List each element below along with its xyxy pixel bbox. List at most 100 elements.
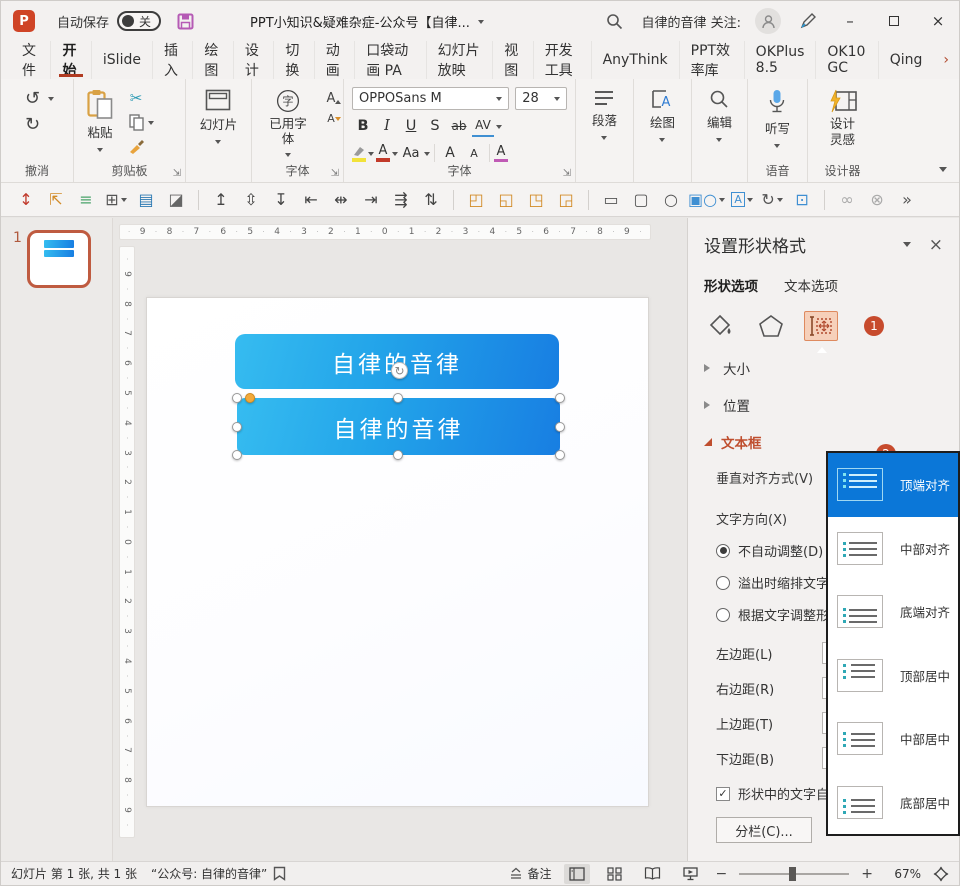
size-properties-tab-button[interactable] (804, 311, 838, 341)
align-bottom-icon[interactable]: ↧ (268, 187, 294, 213)
strikethrough-button[interactable]: ab (448, 115, 470, 137)
used-fonts-button[interactable]: 字 已用字体 (260, 87, 316, 162)
slide-layout-icon[interactable]: ▤ (133, 187, 159, 213)
insert-placeholder-icon[interactable]: ⊞ (103, 187, 129, 213)
font-color-button[interactable]: A (376, 144, 390, 162)
horizontal-ruler[interactable]: ·9·8·7·6·5·4·3·2·1·0·1·2·3·4·5·6·7·8·9· (119, 224, 651, 240)
minimize-button[interactable]: – (835, 6, 865, 36)
underline-button[interactable]: U (400, 115, 422, 137)
character-spacing-button[interactable]: AV (472, 115, 494, 137)
align-right-icon[interactable]: ⇥ (358, 187, 384, 213)
rounded-rectangle-icon[interactable]: ▢ (628, 187, 654, 213)
bring-to-front-icon[interactable]: ◱ (493, 187, 519, 213)
document-title[interactable]: PPT小知识&疑难杂症-公众号【自律... (250, 12, 484, 31)
used-font-dialog-launcher[interactable]: ⇲ (331, 168, 339, 179)
valign-option-0[interactable]: 顶端对齐 (828, 453, 958, 517)
paragraph-button[interactable]: 段落 (587, 87, 622, 162)
rectangle-icon[interactable]: ▭ (598, 187, 624, 213)
handle-bottom-center[interactable] (393, 450, 403, 460)
handle-top-center[interactable] (393, 393, 403, 403)
effects-tab-button[interactable] (754, 311, 788, 341)
tab-text-options[interactable]: 文本选项 (784, 275, 838, 295)
search-button[interactable] (601, 8, 627, 34)
menu-overflow-button[interactable]: › (933, 41, 959, 79)
clear-formatting-button[interactable]: A (494, 145, 508, 162)
text-box-icon[interactable]: A (729, 187, 755, 213)
menu-tab-13[interactable]: PPT效率库 (679, 41, 744, 79)
menu-tab-1[interactable]: 开始 (50, 41, 90, 79)
group-objects-icon[interactable]: ◲ (553, 187, 579, 213)
pen-tools-button[interactable] (795, 8, 821, 34)
shadow-button[interactable]: S (424, 115, 446, 137)
menu-tab-5[interactable]: 设计 (233, 41, 273, 79)
normal-view-button[interactable] (564, 864, 590, 884)
maximize-button[interactable] (879, 6, 909, 36)
autosave-toggle[interactable]: 关 (117, 11, 161, 31)
section-textbox[interactable]: 文本框 (704, 432, 943, 452)
menu-tab-6[interactable]: 切换 (273, 41, 313, 79)
reading-view-button[interactable] (640, 864, 666, 884)
merge-shapes-icon[interactable]: ∞ (834, 187, 860, 213)
toolbar-overflow-icon[interactable]: » (894, 187, 920, 213)
cut-button[interactable]: ✂ (124, 87, 148, 109)
handle-middle-right[interactable] (555, 422, 565, 432)
menu-tab-10[interactable]: 视图 (492, 41, 532, 79)
section-size[interactable]: 大小 (704, 358, 943, 378)
rotate-shape-icon[interactable]: ↻ (759, 187, 785, 213)
copy-button[interactable] (124, 111, 148, 133)
menu-tab-3[interactable]: 插入 (152, 41, 192, 79)
font-size-select[interactable]: 28 (515, 87, 567, 110)
decrease-font-button[interactable]: A (463, 142, 485, 164)
zoom-percentage[interactable]: 67% (885, 867, 921, 881)
distribute-horizontal-icon[interactable]: ⇶ (388, 187, 414, 213)
paste-button[interactable]: 粘贴 (82, 87, 118, 162)
italic-button[interactable]: I (376, 115, 398, 137)
menu-tab-12[interactable]: AnyThink (591, 41, 679, 79)
fill-line-tab-button[interactable] (704, 311, 738, 341)
slide-sorter-button[interactable] (602, 864, 628, 884)
user-avatar[interactable] (755, 8, 781, 34)
highlight-color-button[interactable] (352, 145, 366, 162)
bold-button[interactable]: B (352, 115, 374, 137)
handle-bottom-right[interactable] (555, 450, 565, 460)
ribbon-collapse-icon[interactable] (939, 167, 947, 176)
menu-tab-16[interactable]: Qing (878, 41, 934, 79)
format-painter-button[interactable] (124, 135, 148, 157)
dictate-button[interactable]: 听写 (760, 87, 795, 162)
shape-bottom[interactable]: 自律的音律 (237, 398, 560, 455)
font-dialog-launcher[interactable]: ⇲ (563, 168, 571, 179)
undo-dropdown-icon[interactable] (48, 97, 54, 104)
redo-button[interactable]: ↻ (21, 113, 45, 135)
handle-top-right[interactable] (555, 393, 565, 403)
zoom-in-button[interactable]: + (861, 866, 873, 882)
vertical-ruler[interactable]: ·9·8·7·6·5·4·3·2·1·0·1·2·3·4·5·6·7·8·9· (119, 246, 135, 838)
font-name-select[interactable]: OPPOSans M (352, 87, 509, 110)
menu-tab-9[interactable]: 幻灯片放映 (426, 41, 493, 79)
design-ideas-button[interactable]: 设计灵感 (821, 87, 865, 162)
align-top-icon[interactable]: ↥ (208, 187, 234, 213)
bring-forward-icon[interactable]: ◰ (463, 187, 489, 213)
send-backward-icon[interactable]: ◳ (523, 187, 549, 213)
section-position[interactable]: 位置 (704, 395, 943, 415)
notes-button[interactable]: 备注 (509, 865, 552, 882)
menu-tab-7[interactable]: 动画 (314, 41, 354, 79)
undo-button[interactable]: ↺ (21, 87, 45, 109)
increase-font-button[interactable]: A (439, 142, 461, 164)
select-object-icon[interactable]: ⇱ (43, 187, 69, 213)
clipboard-dialog-launcher[interactable]: ⇲ (173, 168, 181, 179)
save-button[interactable] (177, 13, 194, 30)
drawing-button[interactable]: A 绘图 (645, 87, 680, 162)
panel-collapse-icon[interactable] (903, 242, 911, 251)
zoom-slider[interactable] (739, 873, 849, 875)
slideshow-button[interactable] (678, 864, 704, 884)
shape-combo-icon[interactable]: ▣○ (688, 187, 725, 213)
valign-option-3[interactable]: 顶部居中 (828, 644, 958, 708)
format-fill-icon[interactable]: ◪ (163, 187, 189, 213)
new-slide-button[interactable]: 幻灯片 (195, 87, 243, 162)
align-left-icon[interactable]: ⇤ (298, 187, 324, 213)
menu-tab-8[interactable]: 口袋动画 PA (354, 41, 425, 79)
slide-canvas[interactable]: 自律的音律 ↻ 自律的音律 (146, 297, 649, 807)
menu-tab-15[interactable]: OK10 GC (815, 41, 877, 79)
zoom-slider-thumb[interactable] (789, 867, 796, 881)
spellcheck-flag-icon[interactable] (273, 866, 286, 881)
